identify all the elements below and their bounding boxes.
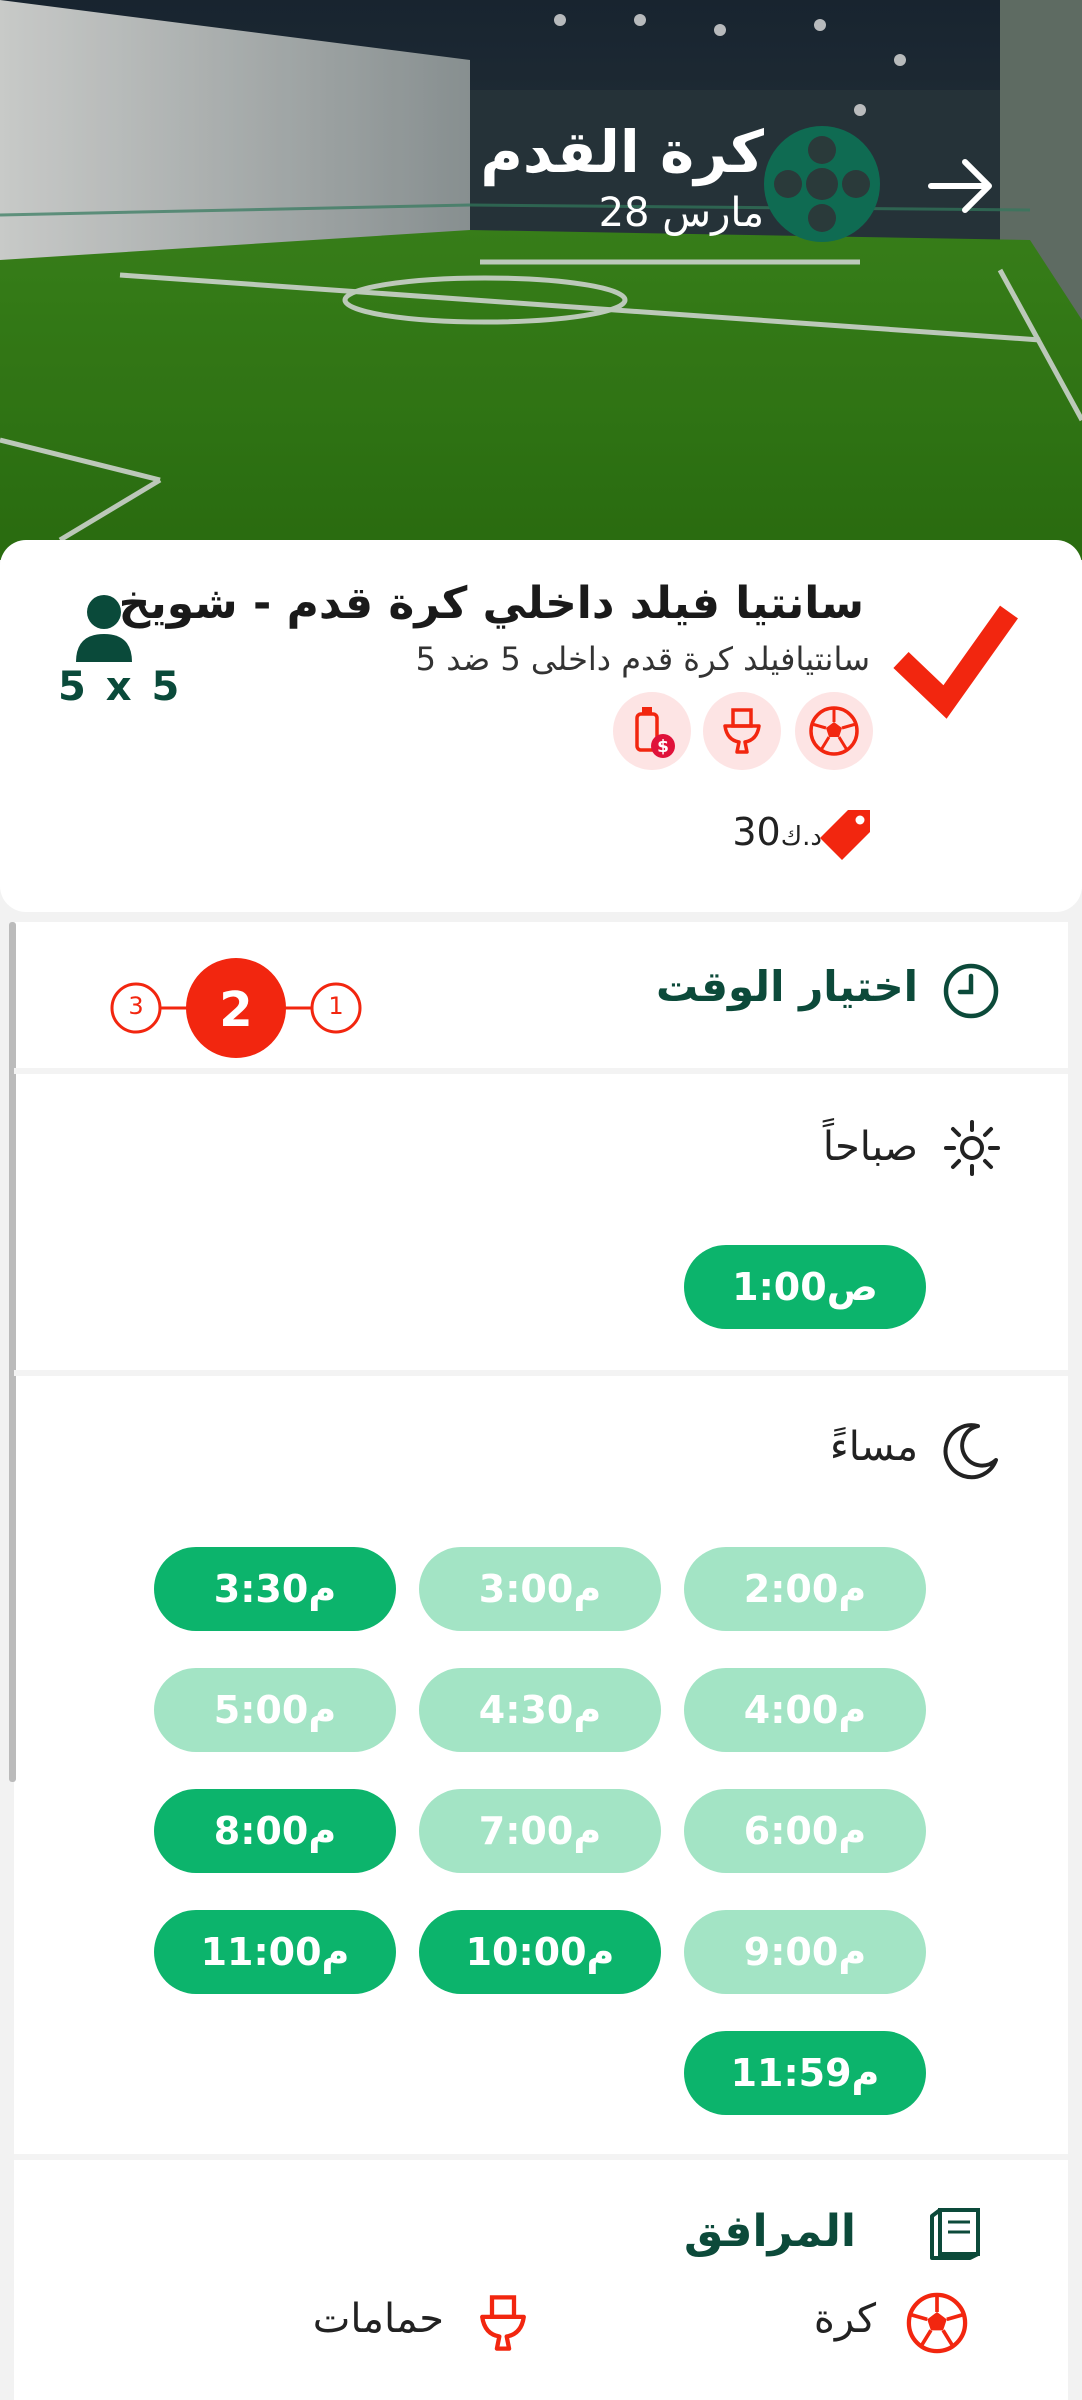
- price: 30د.ك: [732, 810, 822, 854]
- time-slot-button[interactable]: 3:30م: [154, 1547, 396, 1631]
- time-slot-button: 6:00م: [684, 1789, 926, 1873]
- capacity-label: 5 x 5: [58, 664, 183, 710]
- scrollbar[interactable]: [9, 922, 16, 1782]
- price-tag-icon: [816, 806, 876, 866]
- film-reel-icon: [760, 122, 884, 246]
- facilities-title: المرافق: [683, 2206, 856, 2257]
- football-icon: [904, 2290, 970, 2356]
- step-1: 1: [328, 992, 344, 1020]
- venue-subtitle: سانتيافيلد كرة قدم داخلى 5 ضد 5: [415, 640, 870, 678]
- section-title-time: اختيار الوقت: [656, 962, 918, 1011]
- facility-ball: كرة: [813, 2296, 876, 2342]
- sun-icon: [942, 1118, 1002, 1178]
- venue-name: سانتيا فيلد داخلي كرة قدم - شويخ: [118, 578, 864, 629]
- morning-label: صباحاً: [822, 1124, 918, 1170]
- toilet-icon: [470, 2290, 536, 2356]
- moon-icon: [942, 1420, 1002, 1480]
- step-indicator: 3 2 1: [108, 958, 368, 1058]
- time-slot-button: 3:00م: [419, 1547, 661, 1631]
- time-slot-button[interactable]: 11:59م: [684, 2031, 926, 2115]
- evening-label: مساءً: [829, 1424, 918, 1470]
- step-2-current: 2: [219, 982, 253, 1038]
- venue-logo-icon: [893, 590, 1023, 720]
- toilet-icon: [703, 692, 781, 770]
- time-slot-button[interactable]: 10:00م: [419, 1910, 661, 1994]
- facility-toilets: حمامات: [312, 2296, 444, 2342]
- book-icon: [924, 2206, 984, 2262]
- divider: [14, 1370, 1068, 1376]
- sport-title: كرة القدم: [480, 118, 764, 186]
- time-slot-button: 4:30م: [419, 1668, 661, 1752]
- person-icon: [72, 592, 136, 664]
- time-slot-button[interactable]: 11:00م: [154, 1910, 396, 1994]
- svg-text:$: $: [657, 737, 669, 757]
- time-slot-button: 7:00م: [419, 1789, 661, 1873]
- price-value: 30: [732, 810, 781, 854]
- time-slot-button[interactable]: 1:00ص: [684, 1245, 926, 1329]
- paid-drink-icon: $: [613, 692, 691, 770]
- booking-date: 28 مارس: [598, 190, 764, 236]
- time-slot-button: 4:00م: [684, 1668, 926, 1752]
- time-slot-button: 9:00م: [684, 1910, 926, 1994]
- step-3: 3: [128, 992, 144, 1020]
- venue-card: سانتيا فيلد داخلي كرة قدم - شويخ سانتياف…: [0, 540, 1082, 912]
- time-slot-button: 2:00م: [684, 1547, 926, 1631]
- clock-icon: [942, 962, 1000, 1020]
- hero-image: كرة القدم 28 مارس: [0, 0, 1082, 560]
- back-arrow-icon[interactable]: [925, 150, 997, 222]
- time-slot-button: 5:00م: [154, 1668, 396, 1752]
- football-icon: [795, 692, 873, 770]
- divider: [14, 2154, 1068, 2160]
- time-slot-button[interactable]: 8:00م: [154, 1789, 396, 1873]
- divider: [14, 1068, 1068, 1074]
